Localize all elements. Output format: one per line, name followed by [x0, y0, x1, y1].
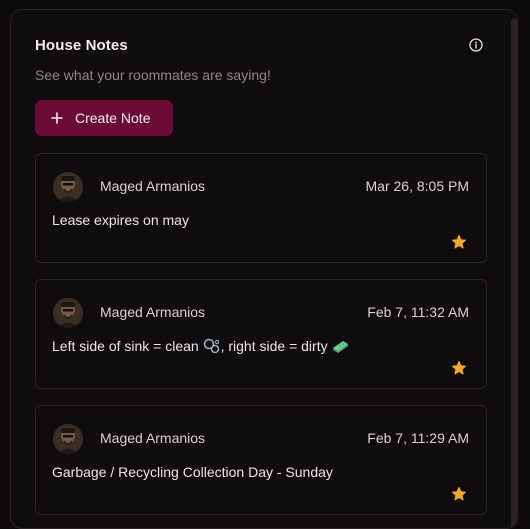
house-notes-panel: House Notes See what your roommates are …: [10, 9, 518, 529]
note-author: Maged Armanios: [100, 178, 206, 194]
scrollbar[interactable]: [511, 18, 517, 528]
note-author: Maged Armanios: [100, 430, 206, 446]
note-text: Lease expires on may: [52, 212, 189, 228]
page-title: House Notes: [35, 37, 128, 54]
note-date: Feb 7, 11:32 AM: [367, 304, 469, 320]
create-note-button[interactable]: Create Note: [35, 100, 173, 136]
note-text: Left side of sink = clean , right side =…: [52, 338, 349, 354]
note-date: Mar 26, 8:05 PM: [365, 178, 470, 194]
page-subtitle: See what your roommates are saying!: [35, 67, 271, 83]
info-icon[interactable]: [469, 38, 483, 52]
star-icon[interactable]: [451, 360, 467, 376]
note-card[interactable]: Maged Armanios Mar 26, 8:05 PM Lease exp…: [35, 153, 487, 263]
note-card[interactable]: Maged Armanios Feb 7, 11:29 AM Garbage /…: [35, 405, 487, 515]
note-card[interactable]: Maged Armanios Feb 7, 11:32 AM Left side…: [35, 279, 487, 389]
avatar: [53, 298, 83, 328]
note-text: Garbage / Recycling Collection Day - Sun…: [52, 464, 333, 480]
panel-header: House Notes: [35, 37, 493, 54]
create-note-label: Create Note: [75, 110, 151, 126]
plus-icon: [51, 112, 63, 124]
avatar: [53, 172, 83, 202]
note-text-part: , right side = dirty: [220, 338, 332, 354]
soap-bubbles-icon: [203, 338, 219, 354]
star-icon[interactable]: [451, 234, 467, 250]
note-date: Feb 7, 11:29 AM: [367, 430, 469, 446]
avatar: [53, 424, 83, 454]
sponge-icon: [333, 341, 349, 353]
note-author: Maged Armanios: [100, 304, 206, 320]
note-text-part: Left side of sink = clean: [52, 338, 203, 354]
star-icon[interactable]: [451, 486, 467, 502]
